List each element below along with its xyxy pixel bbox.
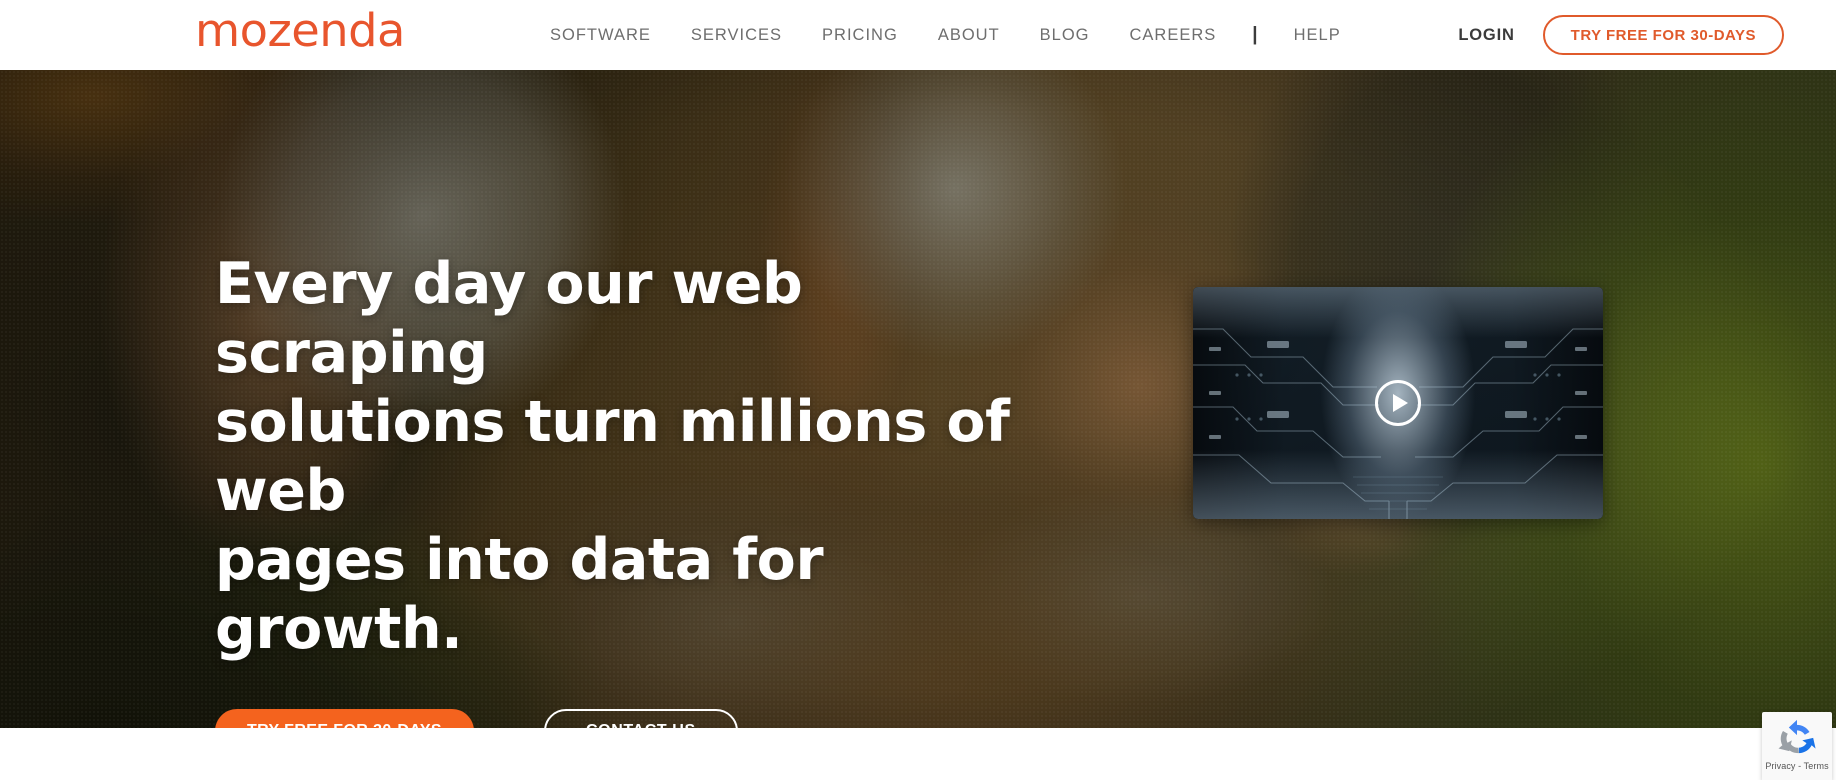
page-root: mozenda SOFTWARE SERVICES PRICING ABOUT …: [0, 0, 1836, 780]
play-icon: [1392, 394, 1408, 412]
login-link[interactable]: LOGIN: [1430, 26, 1542, 45]
nav-item-software[interactable]: SOFTWARE: [530, 26, 671, 45]
page-bottom-strip: [0, 728, 1836, 780]
hero-contact-button[interactable]: CONTACT US: [544, 709, 738, 728]
hero-content: Every day our web scraping solutions tur…: [215, 250, 1015, 728]
hero-headline-line-1: Every day our web scraping: [215, 251, 803, 386]
nav-item-services[interactable]: SERVICES: [671, 26, 802, 45]
hero-headline: Every day our web scraping solutions tur…: [215, 250, 1015, 664]
header-actions: LOGIN TRY FREE FOR 30-DAYS: [1430, 0, 1784, 70]
primary-navigation: SOFTWARE SERVICES PRICING ABOUT BLOG CAR…: [530, 0, 1361, 70]
hero-section: Every day our web scraping solutions tur…: [0, 70, 1836, 728]
hero-cta-row: TRY FREE FOR 30-DAYS CONTACT US: [215, 709, 1015, 728]
hero-headline-line-2: solutions turn millions of web: [215, 389, 1010, 524]
header-trial-button[interactable]: TRY FREE FOR 30-DAYS: [1542, 15, 1784, 55]
recaptcha-privacy-terms[interactable]: Privacy - Terms: [1765, 761, 1828, 771]
nav-item-careers[interactable]: CAREERS: [1110, 26, 1237, 45]
hero-trial-button[interactable]: TRY FREE FOR 30-DAYS: [215, 709, 475, 728]
video-play-button[interactable]: [1375, 380, 1421, 426]
hero-headline-line-3: pages into data for growth.: [215, 527, 824, 662]
logo-text: mozenda: [195, 3, 405, 57]
recaptcha-badge[interactable]: Privacy - Terms: [1762, 712, 1832, 780]
recaptcha-icon: [1778, 719, 1816, 754]
hero-video-card[interactable]: [1193, 287, 1603, 519]
site-logo[interactable]: mozenda: [195, 8, 405, 53]
nav-item-blog[interactable]: BLOG: [1020, 26, 1110, 45]
nav-item-about[interactable]: ABOUT: [918, 26, 1020, 45]
nav-item-pricing[interactable]: PRICING: [802, 26, 918, 45]
nav-item-help[interactable]: HELP: [1274, 26, 1361, 45]
site-header: mozenda SOFTWARE SERVICES PRICING ABOUT …: [0, 0, 1836, 70]
nav-separator: |: [1252, 24, 1258, 45]
